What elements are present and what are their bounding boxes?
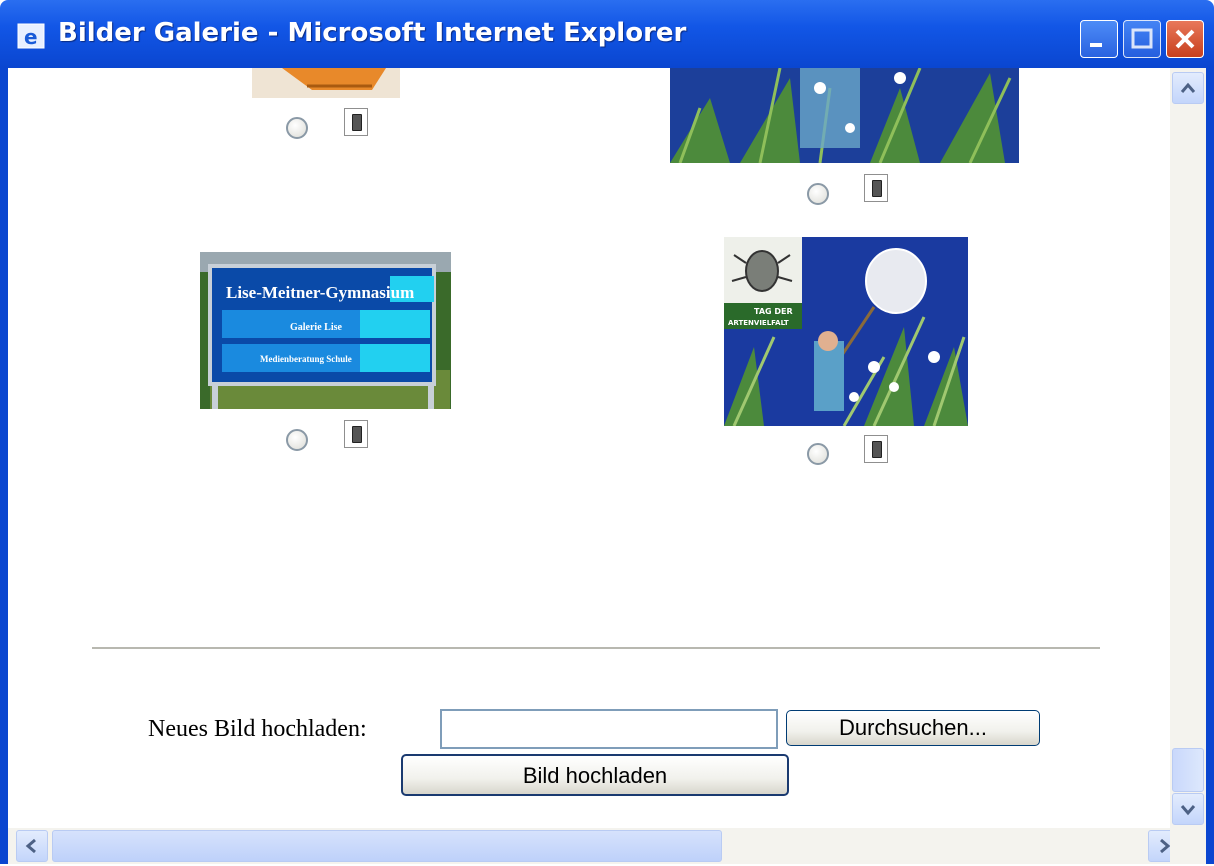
scrollbar-corner [1170,828,1206,864]
maximize-button[interactable] [1123,20,1161,58]
window-frame-left [0,68,8,864]
gallery-image-4[interactable]: TAG DER ARTENVIELFALT [724,237,968,426]
gallery-image-1[interactable] [252,68,400,98]
page-content: Lise-Meitner-Gymnasium Galerie Lise Medi… [8,68,1170,828]
vertical-scroll-thumb[interactable] [1172,748,1204,792]
orange-figure-image [252,68,400,98]
horizontal-scroll-thumb[interactable] [52,830,722,862]
upload-label: Neues Bild hochladen: [148,716,367,742]
sign-line-2: Galerie Lise [290,322,342,333]
title-bar: e Bilder Galerie - Microsoft Internet Ex… [0,0,1214,68]
vertical-scrollbar[interactable] [1170,68,1206,828]
poster-line-2: ARTENVIELFALT [728,319,789,327]
gallery-image-3[interactable]: Lise-Meitner-Gymnasium Galerie Lise Medi… [200,252,451,409]
meadow-image [670,68,1019,163]
close-icon [1175,29,1195,49]
internet-explorer-icon: e [17,23,45,49]
file-path-input[interactable] [440,709,778,749]
delete-icon-3[interactable] [344,420,368,448]
separator-line [92,647,1100,649]
scroll-down-button[interactable] [1172,793,1204,825]
select-radio-1[interactable] [286,117,308,139]
school-sign-image: Lise-Meitner-Gymnasium Galerie Lise Medi… [200,252,451,409]
window-frame-right [1206,68,1214,864]
chevron-down-icon [1180,805,1196,816]
select-radio-3[interactable] [286,429,308,451]
delete-icon-4[interactable] [864,435,888,463]
minimize-button[interactable] [1080,20,1118,58]
sign-title: Lise-Meitner-Gymnasium [226,283,414,302]
upload-button[interactable]: Bild hochladen [401,754,789,796]
sign-line-3: Medienberatung Schule [260,354,352,364]
minimize-icon [1090,43,1102,47]
browse-button[interactable]: Durchsuchen... [786,710,1040,746]
select-radio-2[interactable] [807,183,829,205]
svg-text:e: e [24,25,38,49]
poster-line-1: TAG DER [754,307,793,316]
scroll-left-button[interactable] [16,830,48,862]
horizontal-scrollbar[interactable] [8,828,1180,864]
select-radio-4[interactable] [807,443,829,465]
gallery-image-2[interactable] [670,68,1019,163]
window-title: Bilder Galerie - Microsoft Internet Expl… [58,18,687,48]
delete-icon-1[interactable] [344,108,368,136]
delete-icon-2[interactable] [864,174,888,202]
scroll-up-button[interactable] [1172,72,1204,104]
beetle-net-image: TAG DER ARTENVIELFALT [724,237,968,426]
chevron-up-icon [1180,82,1196,93]
chevron-left-icon [25,838,36,854]
close-button[interactable] [1166,20,1204,58]
maximize-icon [1131,28,1153,49]
